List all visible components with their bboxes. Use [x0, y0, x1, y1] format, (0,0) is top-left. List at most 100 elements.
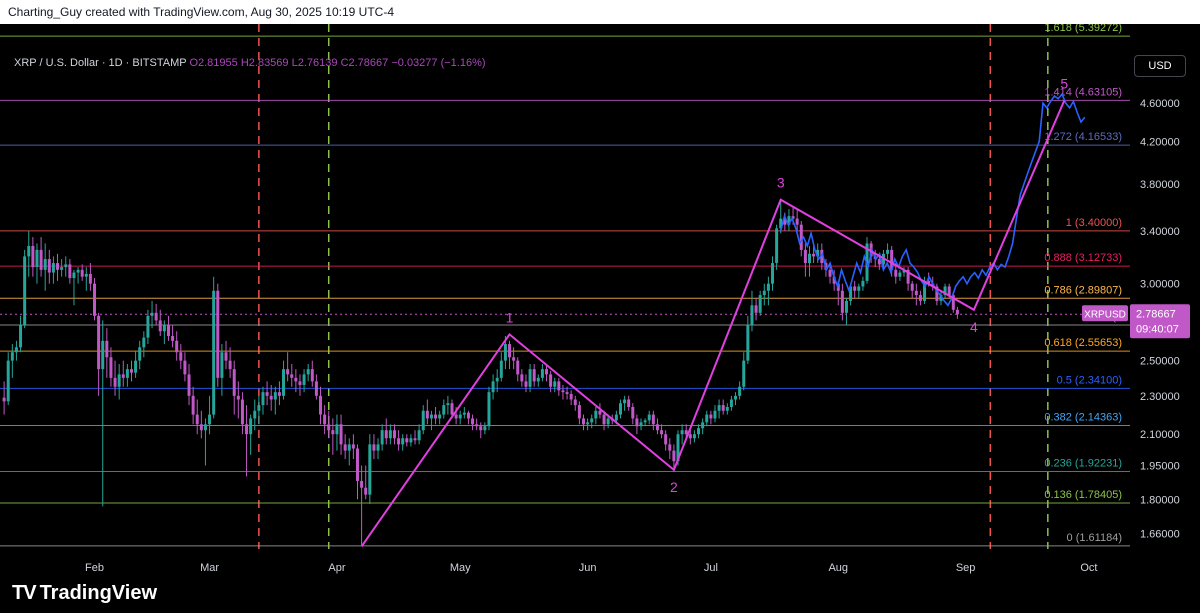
brand-name: TradingView	[39, 582, 158, 604]
fib-label: 1.272 (4.16533)	[1044, 131, 1122, 143]
candle-body	[721, 405, 725, 411]
candle-body	[384, 430, 388, 439]
candle-body	[606, 418, 610, 425]
candle-body	[524, 381, 528, 387]
time-tick-label: Sep	[956, 562, 976, 574]
candle-body	[298, 381, 302, 385]
candle-body	[175, 340, 179, 353]
candle-body	[725, 406, 729, 411]
candle-body	[113, 377, 117, 387]
price-chart[interactable]: 1.618 (5.39272)1.414 (4.63105)1.272 (4.1…	[0, 24, 1200, 576]
currency-button[interactable]: USD	[1134, 55, 1186, 77]
candle-body	[162, 325, 166, 332]
candle-body	[388, 430, 392, 439]
candle-body	[581, 418, 585, 425]
candle-body	[129, 369, 133, 373]
candle-body	[360, 480, 364, 488]
candle-body	[72, 272, 76, 279]
chart-frame[interactable]: 1.618 (5.39272) 1.414 (4.63105) 1.272 (4.1…	[0, 24, 1200, 576]
price-tick-label: 2.50000	[1140, 356, 1180, 368]
fib-label: 0.888 (3.12733)	[1044, 252, 1122, 264]
candle-body	[540, 369, 544, 378]
candle-body	[425, 410, 429, 419]
fib-label: 0.136 (1.78405)	[1044, 489, 1122, 501]
candle-body	[914, 290, 918, 296]
candle-body	[68, 264, 72, 279]
candle-body	[742, 360, 746, 387]
wave-label: 2	[670, 479, 678, 495]
candle-body	[60, 267, 64, 270]
wave-line	[360, 100, 1066, 547]
candle-body	[76, 269, 80, 273]
wave-label: 5	[1060, 76, 1068, 92]
fib-label: 0.618 (2.55653)	[1044, 337, 1122, 349]
candle-body	[450, 403, 454, 415]
candle-body	[647, 414, 651, 421]
candle-body	[212, 290, 216, 415]
price-tag-value: 2.78667	[1136, 308, 1176, 320]
candle-body	[146, 315, 150, 338]
candle-body	[771, 263, 775, 284]
candle-body	[471, 418, 475, 425]
candle-body	[282, 369, 286, 396]
candle-body	[97, 315, 101, 370]
candle-body	[339, 424, 343, 445]
time-tick-label: Feb	[85, 562, 104, 574]
candle-body	[331, 430, 335, 435]
candle-body	[466, 412, 470, 419]
last-price-tag: XRPUSD 2.78667 09:40:07	[0, 304, 1190, 339]
candle-body	[224, 352, 228, 361]
candle-body	[709, 414, 713, 419]
candle-body	[479, 426, 483, 431]
candle-body	[314, 381, 318, 396]
candle-body	[828, 269, 832, 277]
time-tick-label: Apr	[328, 562, 345, 574]
candle-body	[203, 424, 207, 431]
time-tick-label: May	[450, 562, 471, 574]
candle-body	[717, 405, 721, 411]
candle-body	[442, 405, 446, 415]
candle-body	[347, 444, 351, 451]
price-tick-label: 3.80000	[1140, 179, 1180, 191]
candle-body	[664, 434, 668, 445]
time-tick-label: Oct	[1080, 562, 1097, 574]
candle-body	[660, 430, 664, 435]
candle-body	[705, 414, 709, 423]
candle-body	[93, 283, 97, 316]
candle-body	[758, 295, 762, 313]
fib-label: 0.5 (2.34100)	[1057, 374, 1122, 386]
candle-body	[569, 393, 573, 400]
price-tick-label: 4.60000	[1140, 98, 1180, 110]
time-tick-label: Jul	[704, 562, 718, 574]
candle-body	[491, 381, 495, 393]
candle-body	[39, 249, 43, 270]
candle-body	[220, 352, 224, 378]
candle-body	[199, 424, 203, 431]
candle-body	[2, 397, 6, 402]
candle-body	[51, 263, 55, 273]
candle-body	[762, 290, 766, 296]
candle-body	[265, 392, 269, 396]
candle-body	[105, 340, 109, 358]
price-tag-countdown: 09:40:07	[1136, 323, 1179, 335]
candle-body	[577, 405, 581, 419]
legend-close: C2.78667	[340, 57, 389, 69]
wave-label: 1	[506, 309, 514, 325]
candle-body	[590, 418, 594, 423]
tradingview-logo[interactable]: TV TradingView	[12, 582, 157, 605]
candle-body	[627, 399, 631, 407]
candle-body	[240, 399, 244, 425]
candle-body	[553, 381, 557, 387]
candle-body	[84, 273, 88, 277]
candle-body	[364, 487, 368, 495]
candle-body	[228, 360, 232, 370]
candle-body	[853, 286, 857, 291]
candle-body	[594, 410, 598, 419]
candle-body	[405, 438, 409, 443]
candle-body	[545, 369, 549, 375]
candle-body	[134, 360, 138, 373]
candle-body	[573, 399, 577, 406]
candle-body	[261, 392, 265, 406]
time-tick-label: Mar	[200, 562, 219, 574]
fib-label: 0.382 (2.14363)	[1044, 412, 1122, 424]
